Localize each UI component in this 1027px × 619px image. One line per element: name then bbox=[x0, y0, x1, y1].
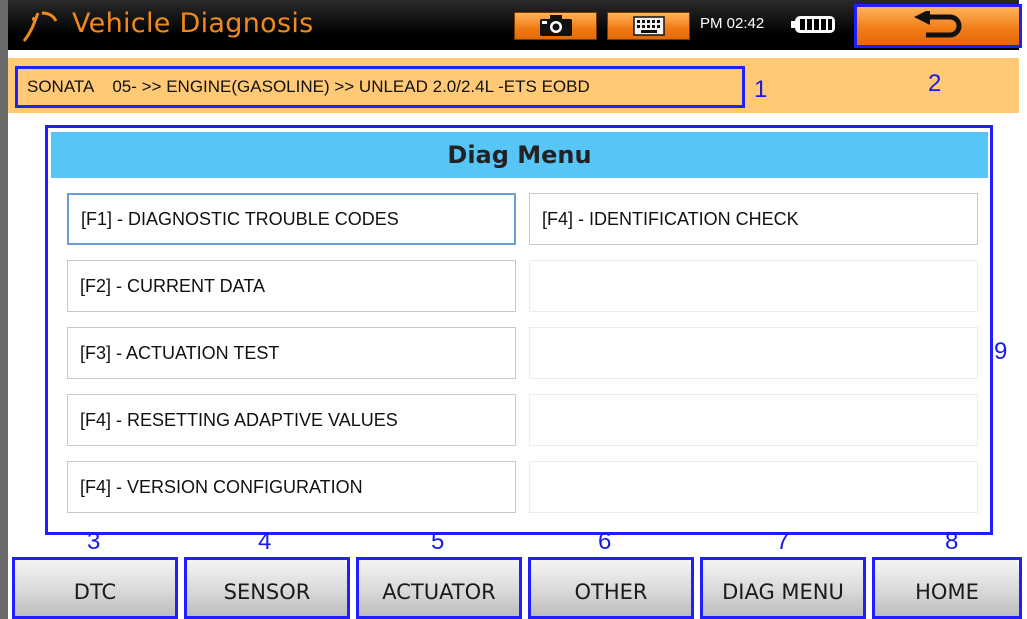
menu-item-diagnostic-trouble-codes[interactable]: [F1] - DIAGNOSTIC TROUBLE CODES bbox=[67, 193, 516, 245]
sensor-button-label: SENSOR bbox=[223, 580, 311, 604]
clock-time: PM 02:42 bbox=[700, 15, 765, 32]
screenshot-button[interactable] bbox=[514, 12, 597, 40]
annotation-label-1: 1 bbox=[754, 76, 768, 103]
app-logo-icon bbox=[22, 11, 58, 42]
diag-menu-button[interactable]: DIAG MENU bbox=[700, 557, 866, 619]
diag-menu-button-label: DIAG MENU bbox=[722, 580, 844, 604]
app-title: Vehicle Diagnosis bbox=[72, 8, 314, 39]
battery-icon bbox=[791, 16, 835, 33]
annotation-label-6: 6 bbox=[598, 528, 612, 555]
back-button[interactable] bbox=[854, 4, 1022, 48]
keyboard-button[interactable] bbox=[607, 12, 690, 40]
home-button[interactable]: HOME bbox=[872, 557, 1022, 619]
menu-item-identification-check[interactable]: [F4] - IDENTIFICATION CHECK bbox=[529, 193, 978, 245]
menu-item-empty bbox=[529, 327, 978, 379]
window-frame-left bbox=[0, 0, 8, 619]
panel-title: Diag Menu bbox=[51, 132, 988, 178]
dtc-button[interactable]: DTC bbox=[12, 557, 178, 619]
menu-item-current-data[interactable]: [F2] - CURRENT DATA bbox=[67, 260, 516, 312]
actuator-button-label: ACTUATOR bbox=[382, 580, 496, 604]
annotation-label-7: 7 bbox=[776, 528, 790, 555]
menu-item-empty bbox=[529, 260, 978, 312]
keyboard-icon bbox=[632, 16, 665, 36]
annotation-label-4: 4 bbox=[258, 528, 272, 555]
other-button-label: OTHER bbox=[574, 580, 648, 604]
home-button-label: HOME bbox=[915, 580, 979, 604]
menu-item-empty bbox=[529, 394, 978, 446]
annotation-label-5: 5 bbox=[431, 528, 445, 555]
annotation-label-8: 8 bbox=[945, 528, 959, 555]
other-button[interactable]: OTHER bbox=[528, 557, 694, 619]
camera-icon bbox=[539, 15, 572, 36]
breadcrumb: SONATA 05- >> ENGINE(GASOLINE) >> UNLEAD… bbox=[15, 66, 745, 108]
annotation-label-2: 2 bbox=[928, 70, 942, 97]
back-arrow-icon bbox=[914, 11, 962, 38]
menu-item-version-configuration[interactable]: [F4] - VERSION CONFIGURATION bbox=[67, 461, 516, 513]
sensor-button[interactable]: SENSOR bbox=[184, 557, 350, 619]
annotation-label-9: 9 bbox=[994, 338, 1008, 365]
actuator-button[interactable]: ACTUATOR bbox=[356, 557, 522, 619]
annotation-label-3: 3 bbox=[87, 528, 101, 555]
dtc-button-label: DTC bbox=[73, 580, 117, 604]
menu-item-actuation-test[interactable]: [F3] - ACTUATION TEST bbox=[67, 327, 516, 379]
menu-item-empty bbox=[529, 461, 978, 513]
menu-item-resetting-adaptive-values[interactable]: [F4] - RESETTING ADAPTIVE VALUES bbox=[67, 394, 516, 446]
